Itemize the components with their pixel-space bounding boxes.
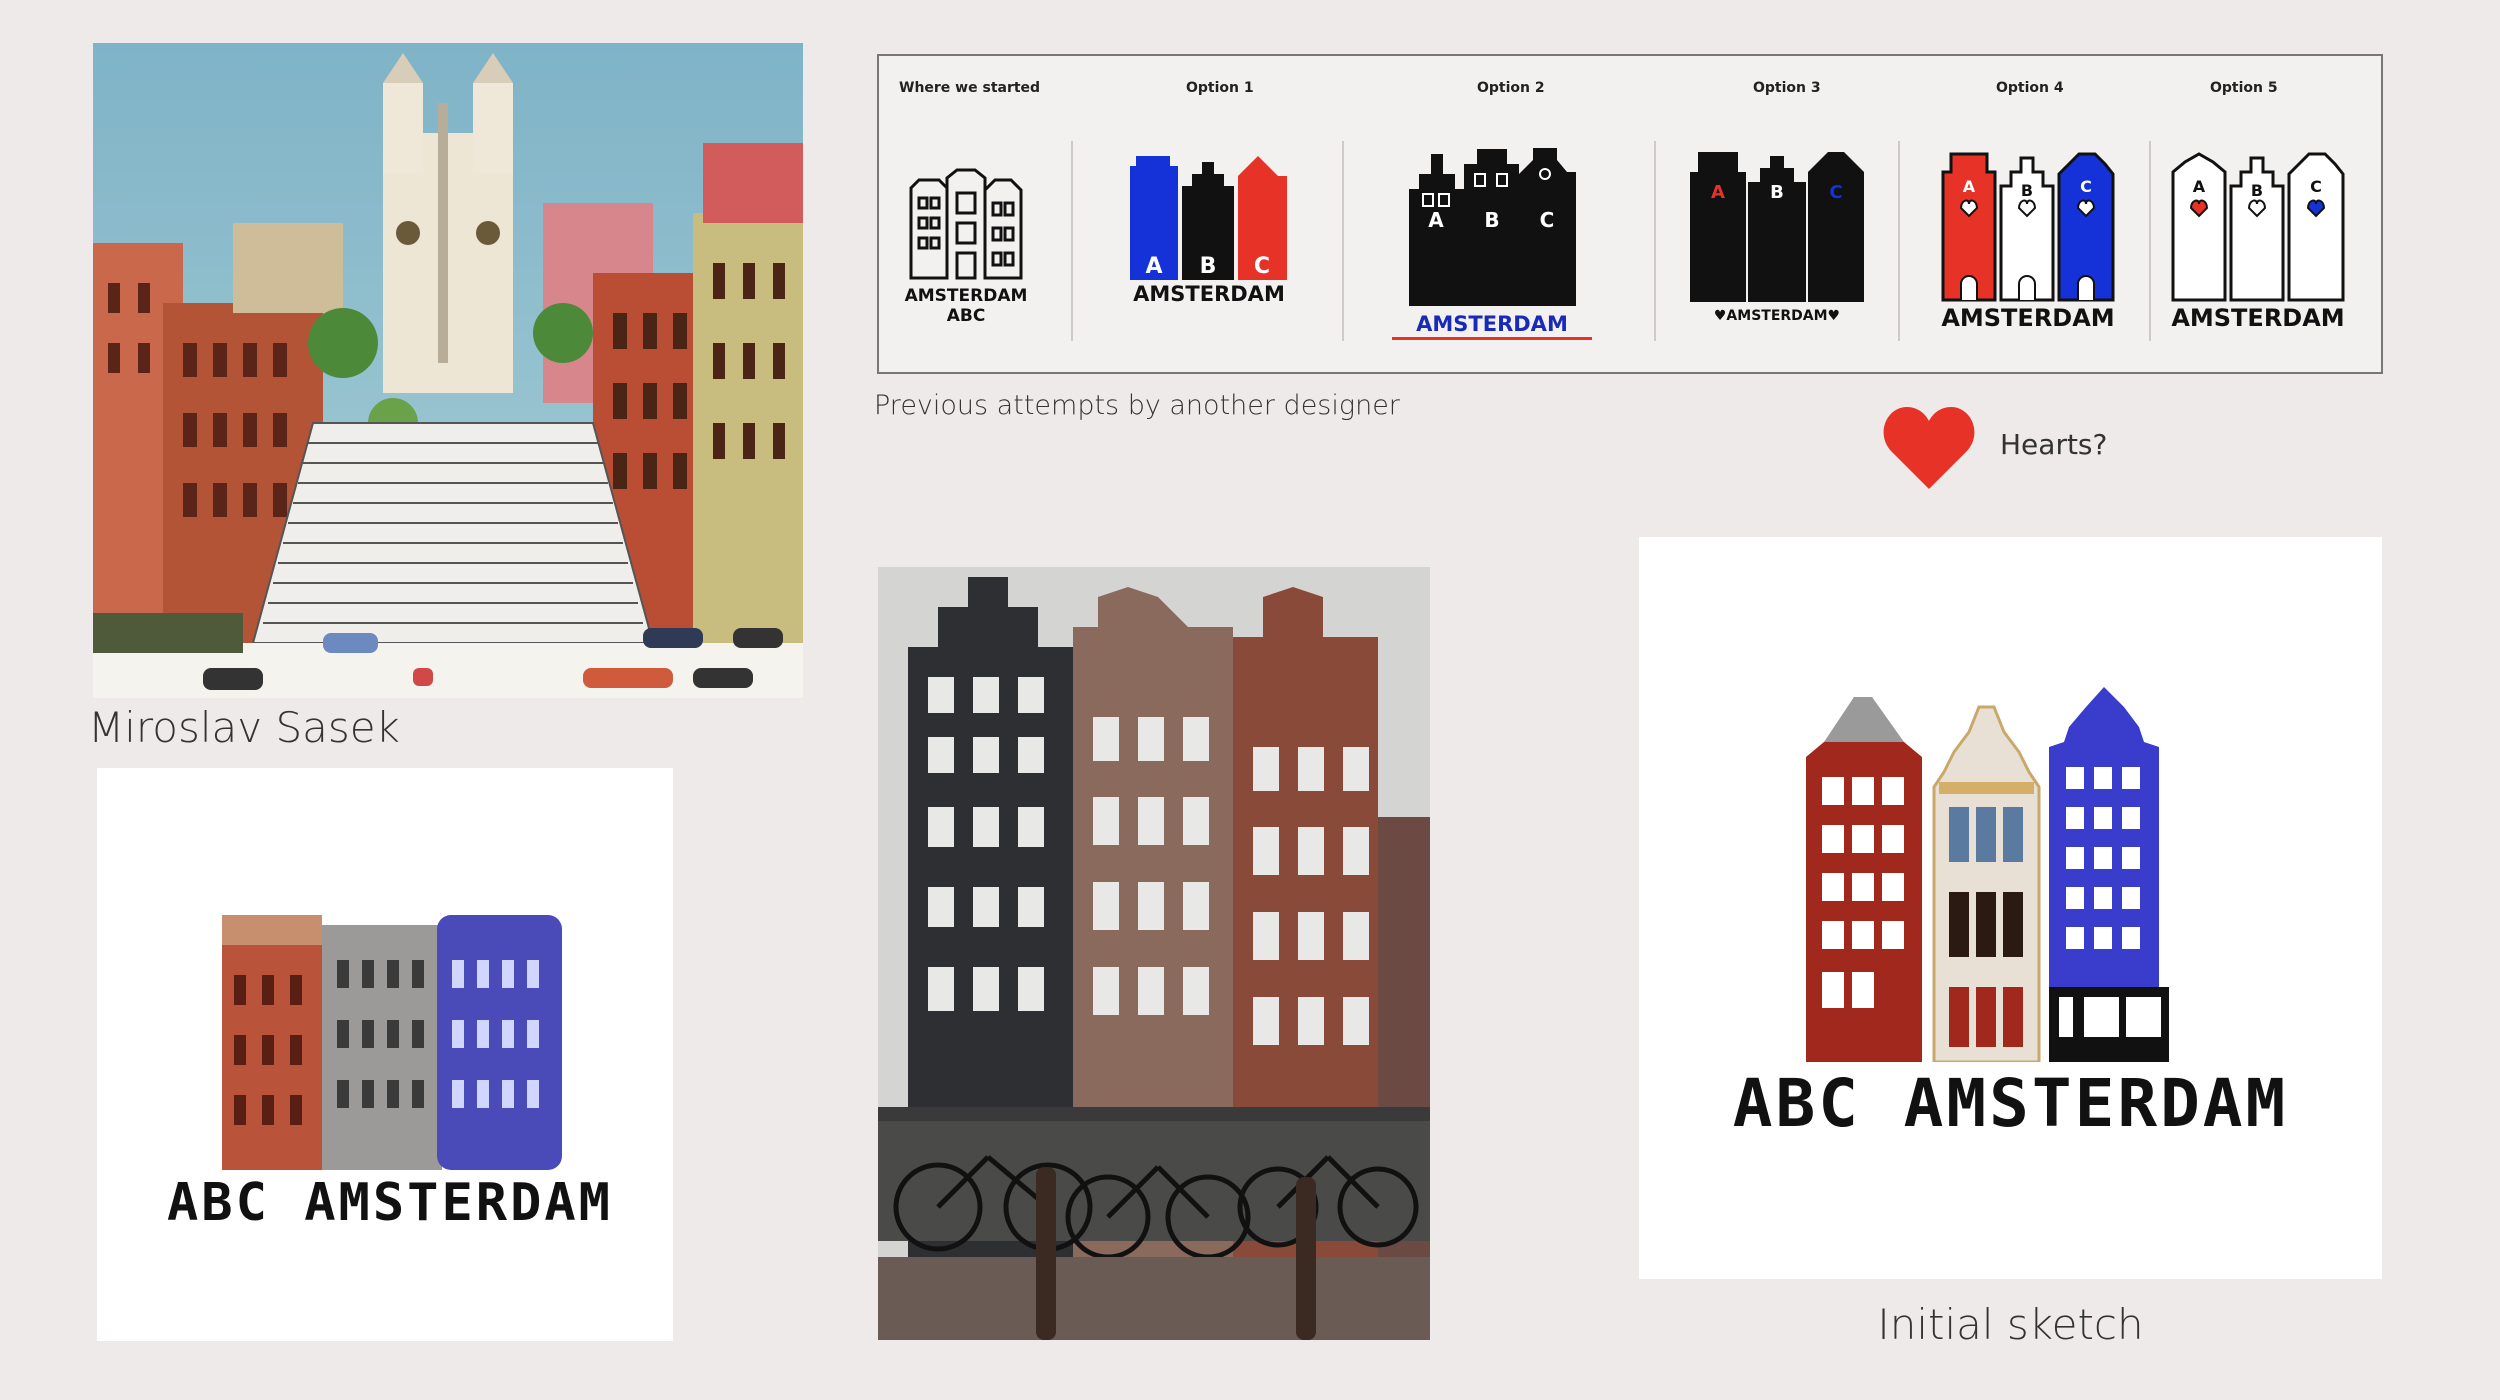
option1-letter-c: C bbox=[1254, 254, 1270, 279]
panel-divider bbox=[1342, 141, 1344, 341]
collage-logo-card: ABC AMSTERDAM bbox=[97, 768, 673, 1341]
option-label-2: Option 2 bbox=[1477, 80, 1545, 96]
initial-sketch-caption: Initial sketch bbox=[1877, 1300, 2144, 1349]
option3-wordmark: ♥AMSTERDAM♥ bbox=[1713, 308, 1841, 324]
option1-wordmark: AMSTERDAM bbox=[1133, 282, 1285, 306]
option4-houses-icon: A B C bbox=[1941, 152, 2115, 302]
option5-letter-c: C bbox=[2310, 177, 2322, 196]
heart-icon bbox=[1883, 407, 1975, 489]
panel-divider bbox=[1071, 141, 1073, 341]
previous-attempts-caption: Previous attempts by another designer bbox=[874, 390, 1400, 421]
panel-divider bbox=[1654, 141, 1656, 341]
sasek-caption: Miroslav Sasek bbox=[88, 703, 400, 752]
previous-attempts-panel: Where we started AMSTERDAM ABC Option 1 … bbox=[877, 54, 2383, 374]
option1-letter-a: A bbox=[1145, 254, 1162, 279]
option2-houses-icon: A B C bbox=[1409, 148, 1576, 306]
sketch-logo-text: ABC AMSTERDAM bbox=[1732, 1065, 2289, 1142]
option-label-3: Option 3 bbox=[1753, 80, 1821, 96]
option4-letter-a: A bbox=[1963, 177, 1976, 196]
option3-letter-b: B bbox=[1770, 182, 1784, 203]
option5-houses-icon: A B C bbox=[2171, 152, 2345, 302]
amsterdam-canal-houses-photo bbox=[878, 567, 1430, 1340]
sketch-buildings bbox=[1806, 687, 2169, 1062]
option-label-start: Where we started bbox=[899, 80, 1041, 96]
panel-divider bbox=[2149, 141, 2151, 341]
option4-letter-b: B bbox=[2021, 181, 2033, 200]
initial-sketch-card: ABC AMSTERDAM bbox=[1639, 537, 2382, 1279]
hearts-caption: Hearts? bbox=[2000, 428, 2108, 461]
panel-divider bbox=[1898, 141, 1900, 341]
option1-letter-b: B bbox=[1200, 254, 1217, 279]
collage-logo-text: ABC AMSTERDAM bbox=[167, 1173, 613, 1233]
option5-letter-a: A bbox=[2193, 177, 2206, 196]
sasek-illustration bbox=[93, 43, 803, 698]
option5-letter-b: B bbox=[2251, 181, 2263, 200]
collage-buildings bbox=[222, 915, 562, 1170]
start-wordmark-line1: AMSTERDAM bbox=[904, 286, 1028, 306]
option2-letter-b: B bbox=[1484, 208, 1499, 232]
option3-letter-c: C bbox=[1829, 182, 1842, 203]
option2-letter-c: C bbox=[1540, 208, 1555, 232]
option3-houses-icon: A B C bbox=[1690, 152, 1864, 302]
option1-houses-icon: A B C bbox=[1130, 156, 1287, 280]
outline-houses-icon bbox=[909, 168, 1023, 280]
option-label-1: Option 1 bbox=[1186, 80, 1254, 96]
option-label-5: Option 5 bbox=[2210, 80, 2278, 96]
option2-wordmark: AMSTERDAM bbox=[1392, 311, 1592, 340]
option-label-4: Option 4 bbox=[1996, 80, 2064, 96]
option3-letter-a: A bbox=[1711, 182, 1725, 203]
option2-letter-a: A bbox=[1428, 208, 1444, 232]
option4-wordmark: AMSTERDAM bbox=[1941, 304, 2115, 332]
option5-wordmark: AMSTERDAM bbox=[2171, 304, 2345, 332]
start-wordmark-line2: ABC bbox=[946, 306, 986, 326]
option4-letter-c: C bbox=[2080, 177, 2092, 196]
moodboard-page: { "captions": { "sasek": "Miroslav Sasek… bbox=[0, 0, 2500, 1400]
